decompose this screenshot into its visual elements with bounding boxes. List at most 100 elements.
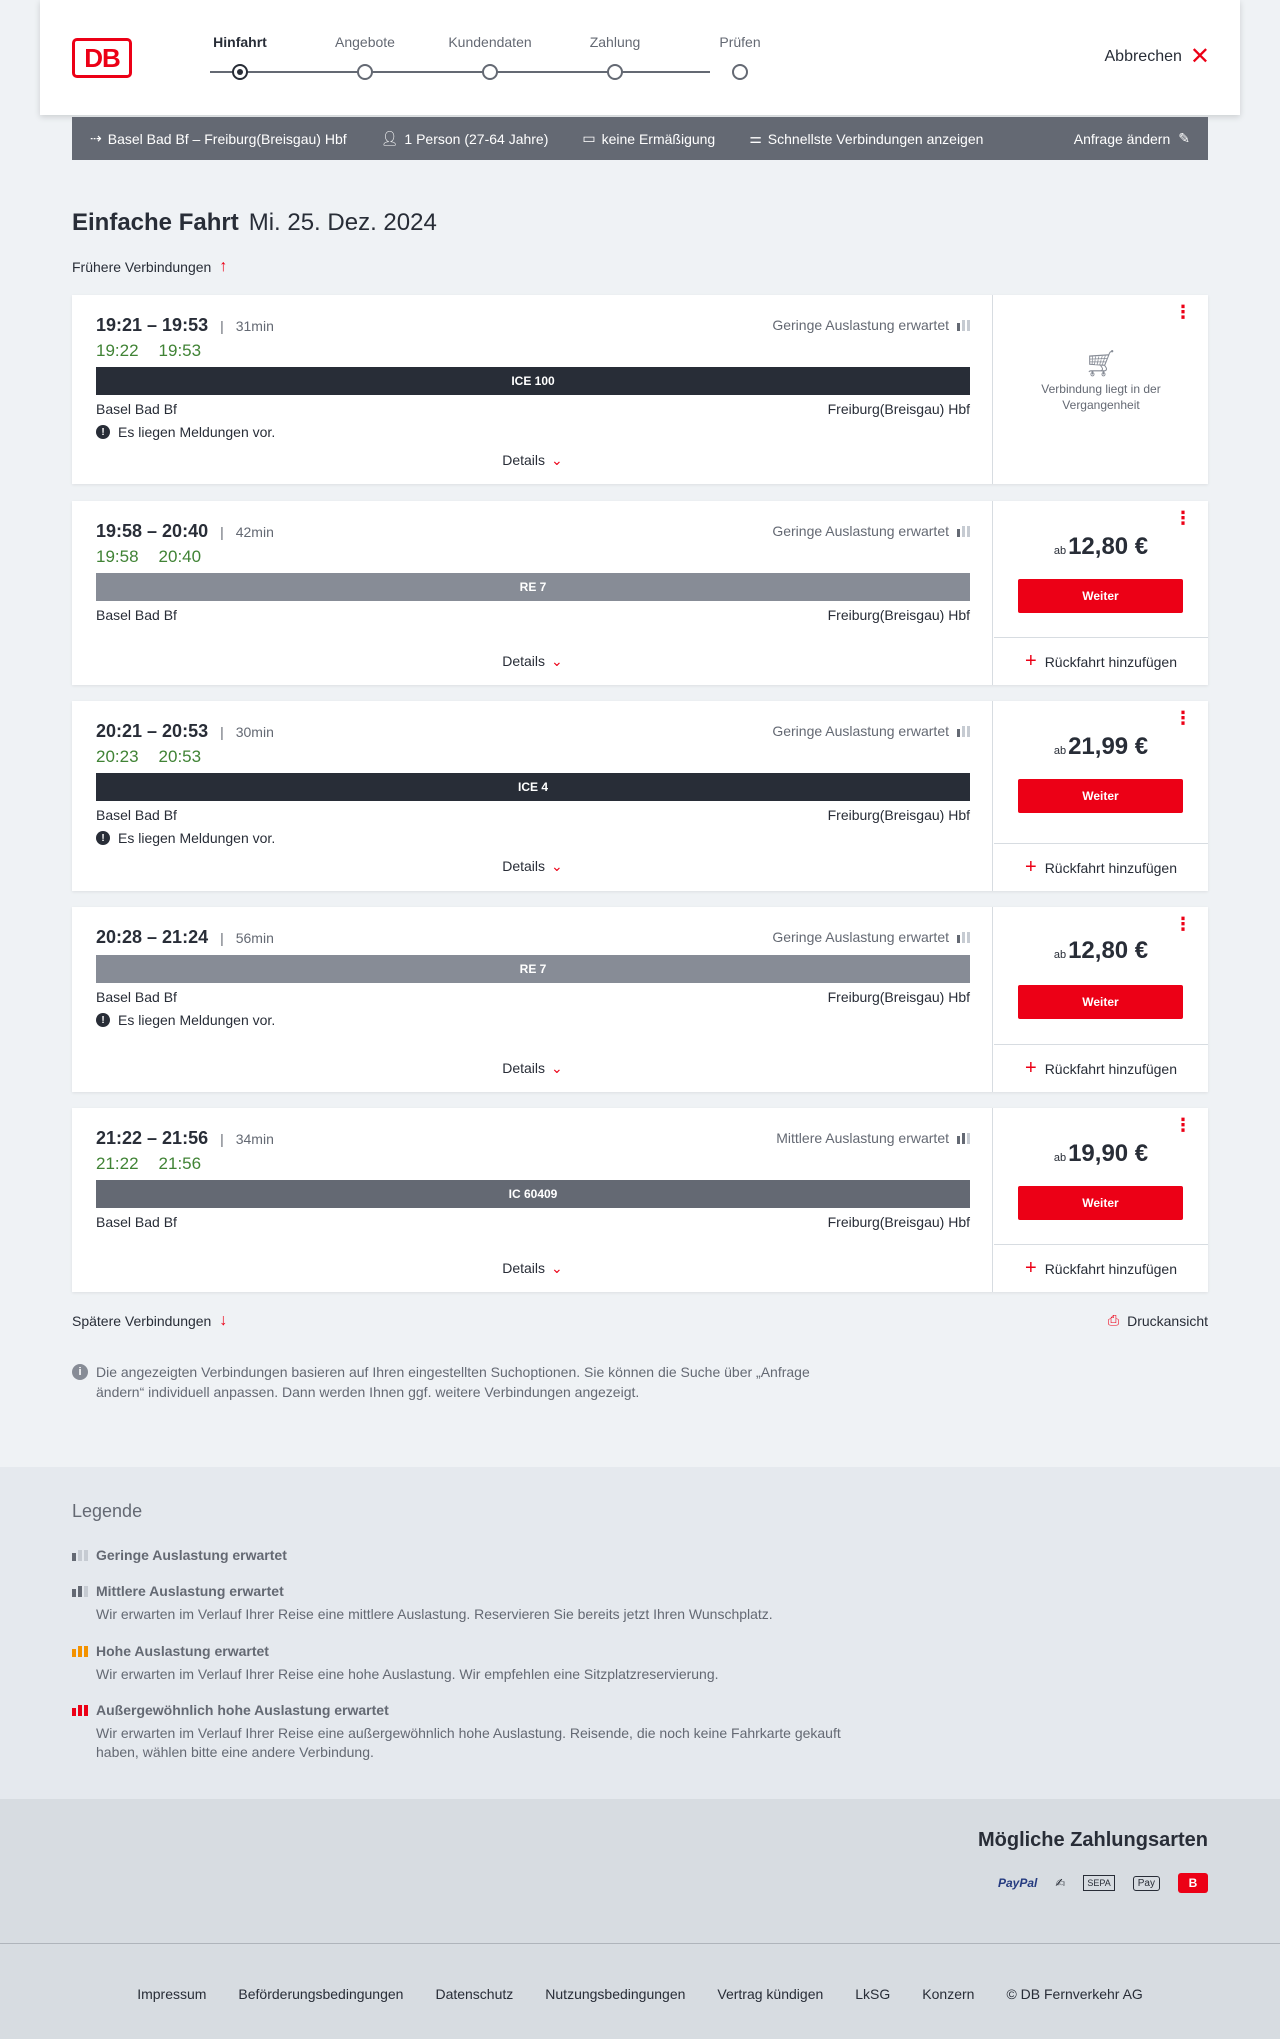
planned-times: 19:21 – 19:53 (96, 315, 209, 335)
details-toggle[interactable]: Details ⌄ (72, 653, 993, 670)
more-options-icon[interactable]: ⋮ (1174, 303, 1192, 321)
payment-title: Mögliche Zahlungsarten (977, 1829, 1208, 1851)
arrival-station: Freiburg(Breisgau) Hbf (827, 401, 970, 417)
chevron-down-icon: ⌄ (551, 858, 563, 874)
departure-station: Basel Bad Bf (96, 401, 177, 417)
footer-link-impressum[interactable]: Impressum (137, 1986, 206, 2002)
connection-card: 19:58 – 20:40 | 42min 19:58 20:40 Gering… (72, 501, 1208, 685)
discount-text: keine Ermäßigung (601, 130, 716, 147)
connection-side: ⋮ 🛒︎ Verbindung liegt in der Vergangenhe… (994, 295, 1208, 484)
separator: | (220, 929, 224, 946)
details-toggle[interactable]: Details ⌄ (72, 1060, 993, 1077)
occupancy-info[interactable]: Geringe Auslastung erwartet (772, 929, 970, 945)
cancel-button[interactable]: Abbrechen ✕ (1105, 43, 1211, 70)
add-return-label: Rückfahrt hinzufügen (1044, 859, 1177, 876)
footer-link-datenschutz[interactable]: Datenschutz (435, 1986, 513, 2002)
details-label: Details (502, 452, 546, 468)
connection-main: 19:21 – 19:53 | 31min 19:22 19:53 Gering… (72, 295, 993, 484)
earlier-label: Frühere Verbindungen (72, 259, 212, 275)
add-return-button[interactable]: + Rückfahrt hinzufügen (994, 1244, 1208, 1292)
stations: Basel Bad Bf Freiburg(Breisgau) Hbf (96, 607, 970, 623)
legend-title: Legende (72, 1501, 143, 1521)
change-query-button[interactable]: Anfrage ändern ✎ (1074, 130, 1190, 147)
price-prefix: ab (1053, 545, 1067, 557)
planned-times: 21:22 – 21:56 (96, 1128, 209, 1148)
connection-card: 21:22 – 21:56 | 34min 21:22 21:56 Mittle… (72, 1108, 1208, 1292)
duration: 31min (235, 317, 274, 334)
weiter-button[interactable]: Weiter (1018, 579, 1183, 613)
notice-text: Es liegen Meldungen vor. (118, 424, 276, 440)
legend-label: Geringe Auslastung erwartet (96, 1547, 287, 1563)
occupancy-label: Mittlere Auslastung erwartet (776, 1130, 949, 1146)
legend-label: Mittlere Auslastung erwartet (96, 1583, 284, 1599)
occupancy-info[interactable]: Geringe Auslastung erwartet (772, 317, 970, 333)
train-bar-re-7[interactable]: RE 7 (96, 955, 970, 983)
paypal-icon: PayPal (997, 1876, 1038, 1890)
occupancy-mid-icon (72, 1585, 88, 1597)
more-options-icon[interactable]: ⋮ (1174, 1116, 1192, 1134)
price-prefix: ab (1053, 949, 1067, 961)
train-bar-re-7[interactable]: RE 7 (96, 573, 970, 601)
occupancy-info[interactable]: Geringe Auslastung erwartet (772, 723, 970, 739)
occupancy-info[interactable]: Geringe Auslastung erwartet (772, 523, 970, 539)
connection-times: 20:21 – 20:53 | 30min (96, 721, 274, 742)
details-toggle[interactable]: Details ⌄ (72, 858, 993, 875)
occupancy-low-icon (72, 1549, 88, 1561)
footer-link-befoerderungsbedingungen[interactable]: Beförderungsbedingungen (238, 1986, 403, 2002)
occupancy-info[interactable]: Mittlere Auslastung erwartet (776, 1130, 970, 1146)
details-toggle[interactable]: Details ⌄ (72, 452, 993, 469)
stations: Basel Bad Bf Freiburg(Breisgau) Hbf (96, 989, 970, 1005)
exclamation-icon: ! (96, 1013, 110, 1027)
db-logo[interactable]: DB (72, 38, 132, 78)
step-hinfahrt: Hinfahrt (180, 34, 300, 80)
footer-link-vertrag-kuendigen[interactable]: Vertrag kündigen (717, 1986, 823, 2002)
add-return-button[interactable]: + Rückfahrt hinzufügen (994, 637, 1208, 685)
more-options-icon[interactable]: ⋮ (1174, 509, 1192, 527)
step-label: Prüfen (719, 34, 761, 50)
price-value: 12,80 € (1068, 937, 1149, 964)
separator: | (220, 723, 224, 740)
later-label: Spätere Verbindungen (72, 1313, 212, 1329)
close-icon: ✕ (1189, 43, 1210, 70)
weiter-button[interactable]: Weiter (1018, 985, 1183, 1019)
later-connections-link[interactable]: Spätere Verbindungen ↓ (72, 1312, 227, 1330)
change-query-label: Anfrage ändern (1073, 130, 1171, 147)
footer-link-nutzungsbedingungen[interactable]: Nutzungsbedingungen (545, 1986, 685, 2002)
price-prefix: ab (1053, 1152, 1067, 1164)
add-return-button[interactable]: + Rückfahrt hinzufügen (994, 843, 1208, 891)
booking-steps: Hinfahrt Angebote Kundendaten Zahlung Pr… (180, 34, 761, 84)
weiter-button[interactable]: Weiter (1018, 1186, 1183, 1220)
train-bar-ic-60409[interactable]: IC 60409 (96, 1180, 970, 1208)
price: ab12,80 € (994, 533, 1208, 561)
exclamation-icon: ! (96, 831, 110, 845)
planned-times: 19:58 – 20:40 (96, 521, 209, 541)
connection-main: 19:58 – 20:40 | 42min 19:58 20:40 Gering… (72, 501, 993, 685)
more-options-icon[interactable]: ⋮ (1174, 915, 1192, 933)
departure-station: Basel Bad Bf (96, 807, 177, 823)
realtime-departure: 19:22 (96, 341, 139, 360)
legend-item-very-high: Außergewöhnlich hohe Auslastung erwartet… (72, 1702, 852, 1762)
print-view-link[interactable]: ⎙ Druckansicht (1108, 1312, 1208, 1329)
footer-link-lksg[interactable]: LkSG (855, 1986, 890, 2002)
earlier-connections-link[interactable]: Frühere Verbindungen ↑ (72, 258, 227, 276)
legend-label: Außergewöhnlich hohe Auslastung erwartet (96, 1702, 389, 1718)
step-pruefen: Prüfen (680, 34, 800, 80)
weiter-button[interactable]: Weiter (1018, 779, 1183, 813)
step-label: Kundendaten (448, 34, 532, 50)
more-options-icon[interactable]: ⋮ (1174, 709, 1192, 727)
train-bar-ice-4[interactable]: ICE 4 (96, 773, 970, 801)
occupancy-mid-icon (957, 1132, 970, 1144)
footer-link-konzern[interactable]: Konzern (922, 1986, 974, 2002)
separator: | (220, 317, 224, 334)
details-label: Details (502, 1260, 546, 1276)
details-toggle[interactable]: Details ⌄ (72, 1260, 993, 1277)
past-connection-info: 🛒︎ Verbindung liegt in der Vergangenheit (994, 350, 1208, 413)
pencil-icon: ✎ (1178, 130, 1190, 146)
add-return-button[interactable]: + Rückfahrt hinzufügen (994, 1044, 1208, 1092)
train-bar-ice-100[interactable]: ICE 100 (96, 367, 970, 395)
persons-text: 1 Person (27-64 Jahre) (404, 130, 549, 147)
chevron-down-icon: ⌄ (551, 1260, 563, 1276)
notice-text: Es liegen Meldungen vor. (118, 1012, 276, 1028)
connection-side: ⋮ ab19,90 € Weiter + Rückfahrt hinzufüge… (994, 1108, 1208, 1292)
step-label: Angebote (335, 34, 395, 50)
